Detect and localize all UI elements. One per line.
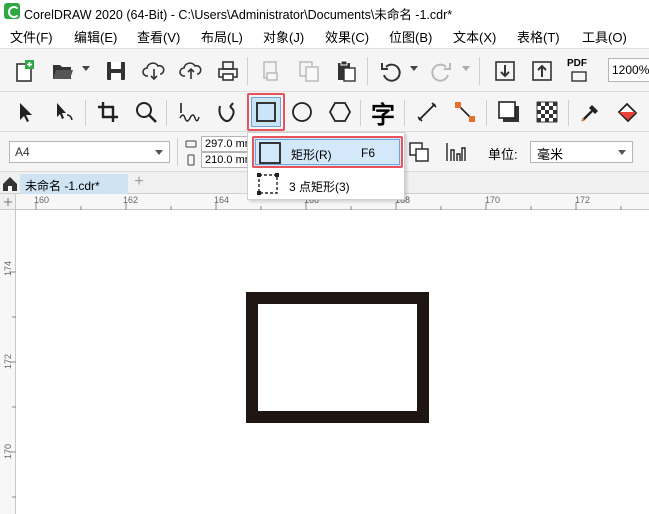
ruler-label: 164 — [214, 195, 230, 205]
menu-file[interactable]: 文件(F) — [10, 27, 53, 46]
toolbox-separator — [85, 100, 86, 126]
menu-text[interactable]: 文本(X) — [453, 27, 496, 46]
coreldraw-logo-icon — [4, 3, 20, 19]
toolbox-separator — [486, 100, 487, 126]
portrait-landscape-icon[interactable] — [404, 137, 434, 167]
flyout-item-label: 矩形(R) — [291, 148, 332, 162]
menu-object[interactable]: 对象(J) — [263, 27, 304, 46]
undo-icon[interactable] — [376, 56, 406, 86]
ruler-label: 172 — [575, 195, 591, 205]
toolbox-separator — [360, 100, 361, 126]
paste-icon[interactable] — [331, 56, 361, 86]
copy-icon[interactable] — [294, 56, 324, 86]
menu-effects[interactable]: 效果(C) — [325, 27, 369, 46]
interactive-fill-icon[interactable] — [613, 97, 643, 127]
export-icon[interactable] — [527, 56, 557, 86]
home-icon[interactable] — [0, 172, 20, 194]
new-document-icon[interactable] — [10, 56, 40, 86]
page-size-select[interactable]: A4 — [9, 141, 170, 163]
units-value: 毫米 — [537, 147, 564, 162]
standard-toolbar: PDF 1200% — [0, 48, 649, 92]
pdf-icon[interactable]: PDF — [564, 56, 594, 86]
undo-dropdown-arrow-icon[interactable] — [410, 66, 418, 71]
crop-tool-icon[interactable] — [93, 97, 123, 127]
pick-tool-icon[interactable] — [11, 97, 41, 127]
save-icon[interactable] — [101, 56, 131, 86]
chevron-down-icon — [155, 150, 163, 155]
ruler-label: 174 — [3, 260, 13, 276]
pdf-label: PDF — [567, 58, 587, 69]
menu-view[interactable]: 查看(V) — [137, 27, 180, 46]
artistic-media-icon[interactable] — [212, 97, 242, 127]
ruler-label: 170 — [485, 195, 501, 205]
rectangle-tool-flyout: 矩形(R) F6 3 点矩形(3) — [247, 132, 405, 200]
window-title: CorelDRAW 2020 (64-Bit) - C:\Users\Admin… — [24, 8, 453, 22]
menu-edit[interactable]: 编辑(E) — [74, 27, 117, 46]
ruler-label: 172 — [3, 353, 13, 369]
flyout-item-rectangle[interactable]: 矩形(R) F6 — [252, 136, 403, 168]
cloud-upload-icon[interactable] — [176, 56, 206, 86]
dimension-tool-icon[interactable] — [412, 97, 442, 127]
rectangle-icon — [259, 142, 281, 164]
drop-shadow-icon[interactable] — [494, 97, 524, 127]
import-icon[interactable] — [490, 56, 520, 86]
zoom-tool-icon[interactable] — [131, 97, 161, 127]
redo-dropdown-arrow-icon[interactable] — [462, 66, 470, 71]
page-width-icon — [185, 138, 197, 150]
flyout-item-label: 3 点矩形(3) — [289, 180, 350, 194]
units-select[interactable]: 毫米 — [530, 141, 633, 163]
three-point-rectangle-icon — [257, 173, 279, 195]
toolbar-separator — [479, 57, 480, 85]
chevron-down-icon — [618, 150, 626, 155]
toolbox: 字 — [0, 92, 649, 132]
ellipse-tool-icon[interactable] — [287, 97, 317, 127]
eyedropper-icon[interactable] — [576, 97, 606, 127]
polygon-tool-icon[interactable] — [325, 97, 355, 127]
freehand-tool-icon[interactable] — [174, 97, 204, 127]
cut-icon[interactable] — [256, 56, 286, 86]
propbar-separator — [177, 138, 178, 166]
ruler-label: 160 — [34, 195, 50, 205]
rectangle-tool-icon[interactable] — [251, 97, 281, 127]
page-height-icon — [185, 154, 197, 166]
toolbox-separator — [166, 100, 167, 126]
menu-table[interactable]: 表格(T) — [517, 27, 560, 46]
cloud-download-icon[interactable] — [139, 56, 169, 86]
menu-bitmaps[interactable]: 位图(B) — [389, 27, 432, 46]
flyout-item-3-point-rectangle[interactable]: 3 点矩形(3) — [248, 169, 404, 199]
toolbox-separator — [568, 100, 569, 126]
units-label: 单位: — [488, 147, 518, 162]
toolbar-separator — [247, 57, 248, 85]
print-icon[interactable] — [213, 56, 243, 86]
transparency-icon[interactable] — [532, 97, 562, 127]
open-folder-icon[interactable] — [48, 56, 78, 86]
menu-layout[interactable]: 布局(L) — [201, 27, 243, 46]
text-tool-icon[interactable]: 字 — [368, 97, 398, 129]
drawn-rectangle[interactable] — [246, 292, 429, 423]
connector-tool-icon[interactable] — [450, 97, 480, 127]
redo-icon[interactable] — [426, 56, 456, 86]
open-dropdown-arrow-icon[interactable] — [82, 66, 90, 71]
vertical-ruler[interactable]: 174 172 170 — [0, 194, 16, 514]
shape-tool-icon[interactable] — [50, 97, 80, 127]
page-size-value: A4 — [15, 145, 30, 159]
document-tab[interactable]: 未命名 -1.cdr* — [20, 174, 128, 194]
toolbox-separator — [404, 100, 405, 126]
ruler-label: 170 — [3, 443, 13, 459]
flyout-item-shortcut: F6 — [361, 146, 376, 160]
menu-tools[interactable]: 工具(O) — [582, 27, 627, 46]
ruler-origin-corner[interactable] — [0, 194, 16, 210]
ruler-label: 162 — [123, 195, 139, 205]
add-tab-button[interactable]: + — [130, 174, 148, 192]
zoom-level-field[interactable]: 1200% — [608, 58, 649, 82]
toolbar-separator — [367, 57, 368, 85]
menu-bar: 文件(F) 编辑(E) 查看(V) 布局(L) 对象(J) 效果(C) 位图(B… — [0, 22, 649, 48]
all-pages-icon[interactable] — [440, 137, 470, 167]
title-bar: CorelDRAW 2020 (64-Bit) - C:\Users\Admin… — [0, 0, 649, 22]
